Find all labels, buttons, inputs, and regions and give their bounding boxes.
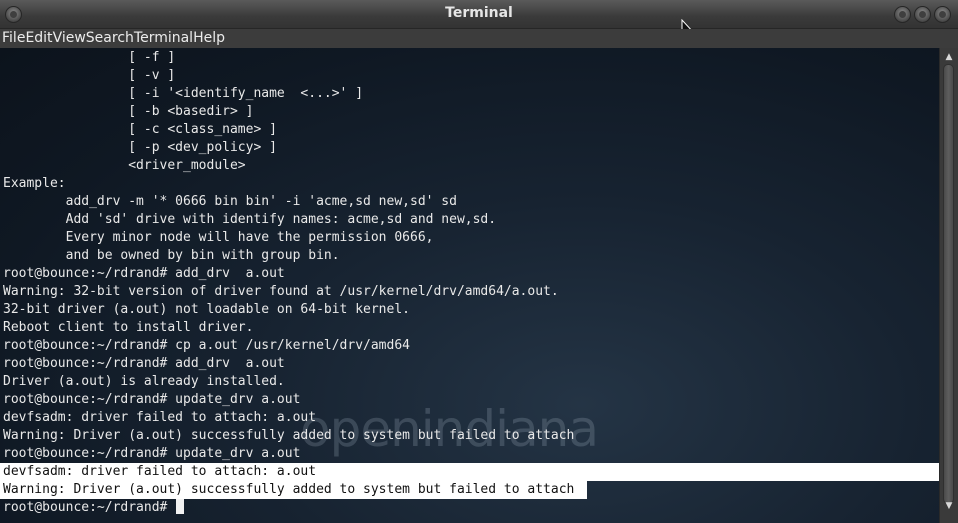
terminal-line: root@bounce:~/rdrand# cp a.out /usr/kern… [3,338,410,353]
terminal-line: root@bounce:~/rdrand# update_drv a.out [3,392,301,407]
terminal-line: Reboot client to install driver. [3,320,254,335]
terminal-window: Terminal File Edit View Search Terminal … [0,0,958,523]
terminal-line: [ -c <class_name> ] [3,122,277,137]
terminal-line: [ -b <basedir> ] [3,104,254,119]
minimize-button[interactable] [894,6,911,23]
prompt-text: root@bounce:~/rdrand# [3,500,176,515]
terminal-line: add_drv -m '* 0666 bin bin' -i 'acme,sd … [3,194,457,209]
terminal-line: [ -v ] [3,68,176,83]
terminal-lines: [ -f ] [ -v ] [ -i '<identify_name <...>… [0,49,939,517]
terminal-line: Warning: Driver (a.out) successfully add… [3,428,575,443]
menu-file[interactable]: File [2,29,25,48]
terminal-line: Example: [3,176,66,191]
menu-edit[interactable]: Edit [25,29,52,48]
title-bar[interactable]: Terminal [0,0,958,29]
menu-search[interactable]: Search [86,29,134,48]
terminal-line: Warning: 32-bit version of driver found … [3,284,559,299]
terminal-line: Every minor node will have the permissio… [3,230,434,245]
terminal-line: 32-bit driver (a.out) not loadable on 64… [3,302,410,317]
selected-terminal-line[interactable]: Warning: Driver (a.out) successfully add… [0,481,587,499]
selected-terminal-line[interactable]: devfsadm: driver failed to attach: a.out [0,463,939,481]
terminal-output[interactable]: openindiana [ -f ] [ -v ] [ -i '<identif… [0,48,939,523]
terminal-line: root@bounce:~/rdrand# add_drv a.out [3,356,285,371]
window-title: Terminal [445,5,513,21]
terminal-line: Driver (a.out) is already installed. [3,374,285,389]
terminal-line: root@bounce:~/rdrand# add_drv a.out [3,266,285,281]
menu-bar: File Edit View Search Terminal Help [0,29,958,48]
terminal-line: devfsadm: driver failed to attach: a.out [3,410,317,425]
prompt-line[interactable]: root@bounce:~/rdrand# [3,499,939,517]
terminal-line: Add 'sd' drive with identify names: acme… [3,212,497,227]
terminal-line: [ -f ] [3,50,176,65]
maximize-button[interactable] [914,6,931,23]
text-cursor [176,499,185,514]
menu-terminal[interactable]: Terminal [134,29,193,48]
close-button[interactable] [934,6,951,23]
menu-help[interactable]: Help [193,29,225,48]
vertical-scrollbar[interactable]: ▲ ▼ [939,48,958,523]
terminal-line: root@bounce:~/rdrand# update_drv a.out [3,446,301,461]
menu-view[interactable]: View [53,29,86,48]
scrollbar-thumb[interactable] [943,64,954,504]
scroll-up-icon[interactable]: ▲ [944,53,954,62]
terminal-line: [ -p <dev_policy> ] [3,140,277,155]
terminal-line: <driver_module> [3,158,246,173]
terminal-line: and be owned by bin with group bin. [3,248,340,263]
scroll-down-icon[interactable]: ▼ [944,502,954,511]
terminal-line: [ -i '<identify_name <...>' ] [3,86,364,101]
